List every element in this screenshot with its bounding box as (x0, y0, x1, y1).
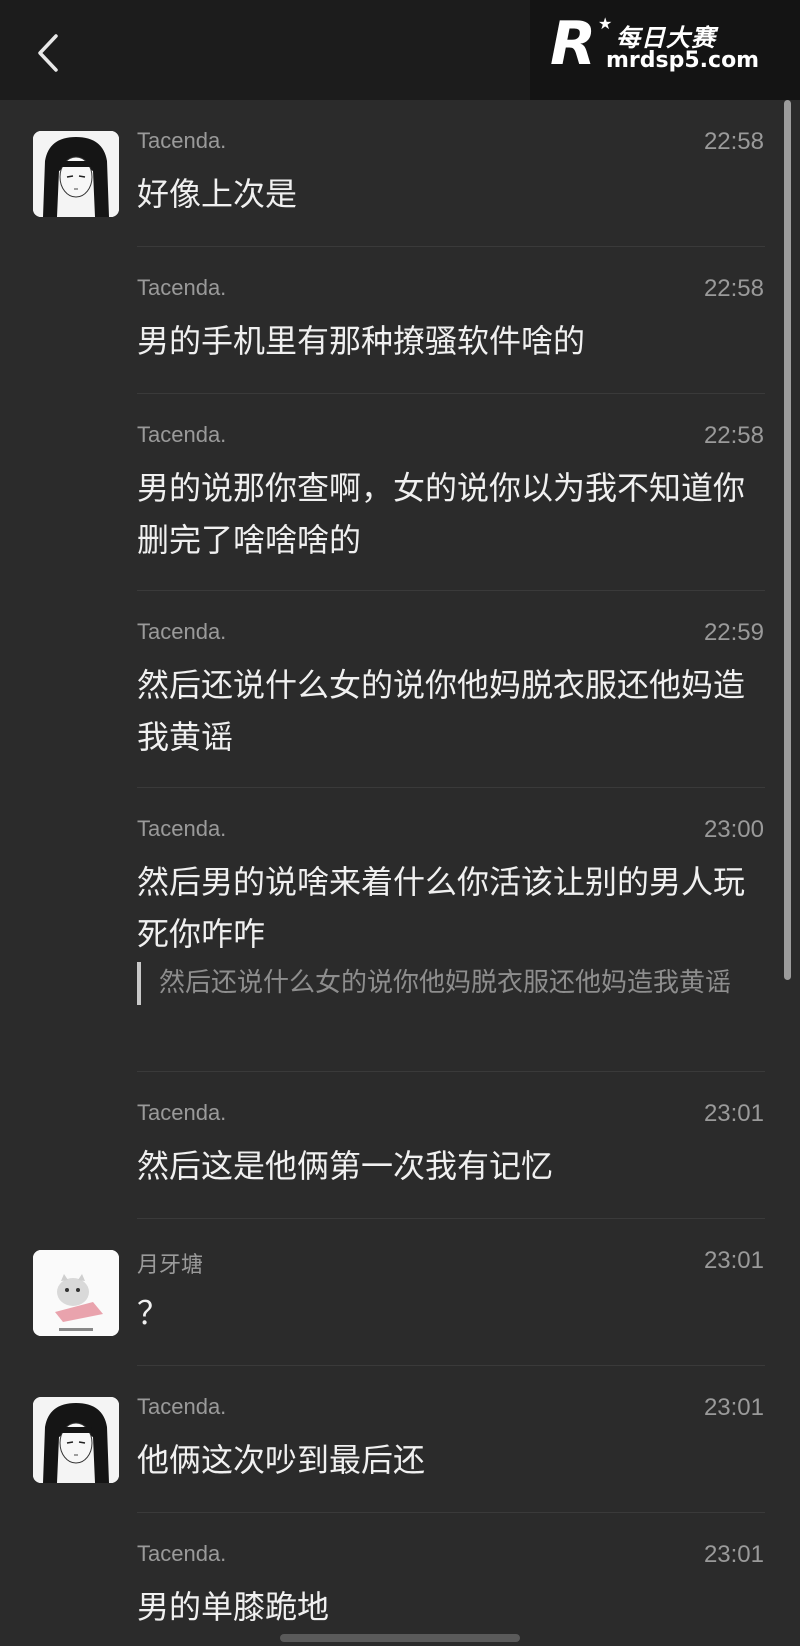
sender-name: 月牙塘 (137, 1252, 204, 1277)
message-item[interactable]: Tacenda. 22:58 男的说那你查啊，女的说你以为我不知道你删完了啥啥啥… (0, 394, 800, 591)
message-text: 男的单膝跪地 (137, 1588, 330, 1626)
avatar[interactable] (33, 1250, 119, 1336)
message-item[interactable]: Tacenda. 22:58 男的手机里有那种撩骚软件啥的 (0, 247, 800, 394)
chevron-left-icon (38, 34, 58, 72)
back-button[interactable] (28, 30, 68, 76)
message-text: 然后这是他俩第一次我有记忆 (137, 1147, 554, 1185)
logo-url: mrdsp5.com (606, 48, 760, 73)
message-time: 22:59 (703, 619, 764, 646)
message-item[interactable]: Tacenda. 23:00 然后男的说啥来着什么你活该让别的男人玩死你咋咋 然… (0, 788, 800, 1072)
logo-star: ★ (598, 14, 613, 33)
message-time: 23:01 (703, 1541, 764, 1568)
sender-name: Tacenda. (137, 816, 227, 841)
message-time: 23:00 (703, 816, 764, 843)
top-bar: R ★ 每日大赛 mrdsp5.com (0, 0, 800, 100)
scrollbar[interactable] (784, 100, 791, 980)
sender-name: Tacenda. (137, 619, 227, 644)
sender-name: Tacenda. (137, 1100, 227, 1125)
cat-sticker-avatar-icon (33, 1250, 119, 1336)
sender-name: Tacenda. (137, 1394, 227, 1419)
avatar[interactable] (33, 131, 119, 217)
message-item[interactable]: Tacenda. 22:59 然后还说什么女的说你他妈脱衣服还他妈造我黄谣 (0, 591, 800, 788)
sender-name: Tacenda. (137, 275, 227, 300)
sender-name: Tacenda. (137, 422, 227, 447)
message-text: 男的说那你查啊，女的说你以为我不知道你删完了啥啥啥的 (137, 469, 746, 559)
message-text: 男的手机里有那种撩骚软件啥的 (137, 322, 586, 360)
message-time: 22:58 (703, 128, 764, 155)
message-item[interactable]: Tacenda. 23:01 他俩这次吵到最后还 (0, 1366, 800, 1513)
anime-girl-avatar-icon (33, 1397, 119, 1483)
sender-name: Tacenda. (137, 128, 227, 153)
sender-name: Tacenda. (137, 1541, 227, 1566)
message-item[interactable]: Tacenda. 22:58 好像上次是 (0, 100, 800, 247)
message-text: 然后男的说啥来着什么你活该让别的男人玩死你咋咋 (137, 863, 746, 953)
message-time: 23:01 (703, 1247, 764, 1274)
home-indicator[interactable] (280, 1634, 520, 1642)
message-text: 他俩这次吵到最后还 (137, 1441, 426, 1479)
message-text: ？ (137, 1294, 170, 1332)
message-item[interactable]: Tacenda. 23:01 然后这是他俩第一次我有记忆 (0, 1072, 800, 1219)
quoted-reply[interactable]: 然后还说什么女的说你他妈脱衣服还他妈造我黄谣 (137, 962, 784, 1005)
message-time: 22:58 (703, 422, 764, 449)
message-time: 23:01 (703, 1394, 764, 1421)
message-time: 23:01 (703, 1100, 764, 1127)
watermark-logo: R ★ 每日大赛 mrdsp5.com (530, 0, 800, 100)
message-item[interactable]: Tacenda. 23:01 男的单膝跪地 (0, 1513, 800, 1646)
avatar[interactable] (33, 1397, 119, 1483)
message-text: 好像上次是 (137, 175, 298, 213)
message-item[interactable]: 月牙塘 23:01 ？ (0, 1219, 800, 1366)
message-time: 22:58 (703, 275, 764, 302)
logo-letter: R (550, 9, 597, 79)
anime-girl-avatar-icon (33, 131, 119, 217)
message-text: 然后还说什么女的说你他妈脱衣服还他妈造我黄谣 (137, 666, 746, 756)
